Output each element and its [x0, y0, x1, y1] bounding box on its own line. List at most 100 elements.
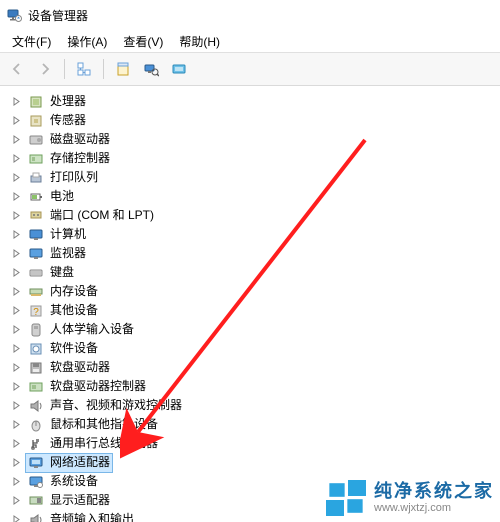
properties-icon	[115, 61, 131, 77]
tree-node-label: 人体学输入设备	[50, 320, 134, 339]
battery-icon	[28, 189, 44, 205]
tree-node[interactable]: 处理器	[10, 92, 498, 111]
tree-node-label: 音频输入和输出	[50, 510, 134, 522]
tree-node[interactable]: 传感器	[10, 111, 498, 130]
expand-collapse-icon[interactable]	[10, 229, 22, 241]
expand-collapse-icon[interactable]	[10, 248, 22, 260]
menu-action[interactable]: 操作(A)	[59, 31, 115, 52]
tree-node[interactable]: 网络适配器	[10, 453, 498, 472]
tree-node-label: 端口 (COM 和 LPT)	[50, 206, 154, 225]
show-hidden-icon	[171, 61, 187, 77]
watermark-url: www.wjxtzj.com	[374, 502, 494, 514]
device-tree[interactable]: 处理器传感器磁盘驱动器存储控制器打印队列电池端口 (COM 和 LPT)计算机监…	[0, 86, 500, 522]
tree-node[interactable]: 软件设备	[10, 339, 498, 358]
computer-icon	[28, 227, 44, 243]
audio-io-icon	[28, 512, 44, 522]
tree-node-label: 计算机	[50, 225, 86, 244]
svg-text:?: ?	[33, 307, 39, 318]
print-queue-icon	[28, 170, 44, 186]
tree-node[interactable]: 计算机	[10, 225, 498, 244]
tree-node-label: 鼠标和其他指针设备	[50, 415, 158, 434]
title-bar: 设备管理器	[0, 0, 500, 30]
toolbar-scan-hardware[interactable]	[138, 56, 164, 82]
tree-node-label: 软件设备	[50, 339, 98, 358]
menu-help[interactable]: 帮助(H)	[171, 31, 228, 52]
tree-node-label: 软盘驱动器控制器	[50, 377, 146, 396]
tree-node[interactable]: 通用串行总线控制器	[10, 434, 498, 453]
expand-collapse-icon[interactable]	[10, 343, 22, 355]
expand-collapse-icon[interactable]	[10, 286, 22, 298]
watermark: 纯净系统之家 www.wjxtzj.com	[326, 480, 494, 516]
up-level-icon	[76, 61, 92, 77]
tree-node-label: 键盘	[50, 263, 74, 282]
tree-node[interactable]: 监视器	[10, 244, 498, 263]
hid-icon	[28, 322, 44, 338]
menu-bar: 文件(F) 操作(A) 查看(V) 帮助(H)	[0, 30, 500, 52]
tree-node-label: 系统设备	[50, 472, 98, 491]
tree-node[interactable]: 打印队列	[10, 168, 498, 187]
toolbar-separator	[103, 59, 104, 79]
expand-collapse-icon[interactable]	[10, 172, 22, 184]
watermark-logo-icon	[326, 480, 366, 516]
other-device-icon: ?	[28, 303, 44, 319]
tree-node[interactable]: 软盘驱动器	[10, 358, 498, 377]
tree-node-label: 电池	[50, 187, 74, 206]
expand-collapse-icon[interactable]	[10, 305, 22, 317]
expand-collapse-icon[interactable]	[10, 400, 22, 412]
tree-node[interactable]: 存储控制器	[10, 149, 498, 168]
tree-node[interactable]: 人体学输入设备	[10, 320, 498, 339]
expand-collapse-icon[interactable]	[10, 381, 22, 393]
expand-collapse-icon[interactable]	[10, 153, 22, 165]
expand-collapse-icon[interactable]	[10, 476, 22, 488]
tree-node-label: 监视器	[50, 244, 86, 263]
system-device-icon	[28, 474, 44, 490]
tree-node-label: 内存设备	[50, 282, 98, 301]
expand-collapse-icon[interactable]	[10, 457, 22, 469]
expand-collapse-icon[interactable]	[10, 115, 22, 127]
toolbar-back[interactable]	[4, 56, 30, 82]
menu-file[interactable]: 文件(F)	[4, 31, 59, 52]
expand-collapse-icon[interactable]	[10, 324, 22, 336]
tree-node-label: 软盘驱动器	[50, 358, 110, 377]
tree-node-label: 声音、视频和游戏控制器	[50, 396, 182, 415]
expand-collapse-icon[interactable]	[10, 419, 22, 431]
tree-node[interactable]: 端口 (COM 和 LPT)	[10, 206, 498, 225]
expand-collapse-icon[interactable]	[10, 495, 22, 507]
tree-node[interactable]: 软盘驱动器控制器	[10, 377, 498, 396]
tree-node[interactable]: 内存设备	[10, 282, 498, 301]
tree-node-label: 通用串行总线控制器	[50, 434, 158, 453]
expand-collapse-icon[interactable]	[10, 191, 22, 203]
tree-node[interactable]: 鼠标和其他指针设备	[10, 415, 498, 434]
keyboard-icon	[28, 265, 44, 281]
toolbar-properties[interactable]	[110, 56, 136, 82]
expand-collapse-icon[interactable]	[10, 96, 22, 108]
tree-node[interactable]: ?其他设备	[10, 301, 498, 320]
display-adapter-icon	[28, 493, 44, 509]
expand-collapse-icon[interactable]	[10, 134, 22, 146]
tree-node-label: 磁盘驱动器	[50, 130, 110, 149]
expand-collapse-icon[interactable]	[10, 362, 22, 374]
tree-node-label: 打印队列	[50, 168, 98, 187]
tree-node[interactable]: 键盘	[10, 263, 498, 282]
expand-collapse-icon[interactable]	[10, 514, 22, 522]
toolbar-up-level[interactable]	[71, 56, 97, 82]
expand-collapse-icon[interactable]	[10, 210, 22, 222]
tree-node[interactable]: 电池	[10, 187, 498, 206]
tree-node[interactable]: 磁盘驱动器	[10, 130, 498, 149]
network-adapter-icon	[28, 455, 44, 471]
menu-view[interactable]: 查看(V)	[115, 31, 171, 52]
memory-device-icon	[28, 284, 44, 300]
disk-drive-icon	[28, 132, 44, 148]
tree-node-label: 处理器	[50, 92, 86, 111]
sound-video-game-icon	[28, 398, 44, 414]
usb-controller-icon	[28, 436, 44, 452]
toolbar-show-hidden[interactable]	[166, 56, 192, 82]
floppy-controller-icon	[28, 379, 44, 395]
forward-icon	[37, 61, 53, 77]
toolbar-forward[interactable]	[32, 56, 58, 82]
expand-collapse-icon[interactable]	[10, 438, 22, 450]
tree-node[interactable]: 声音、视频和游戏控制器	[10, 396, 498, 415]
expand-collapse-icon[interactable]	[10, 267, 22, 279]
tree-node-label: 存储控制器	[50, 149, 110, 168]
toolbar	[0, 52, 500, 86]
